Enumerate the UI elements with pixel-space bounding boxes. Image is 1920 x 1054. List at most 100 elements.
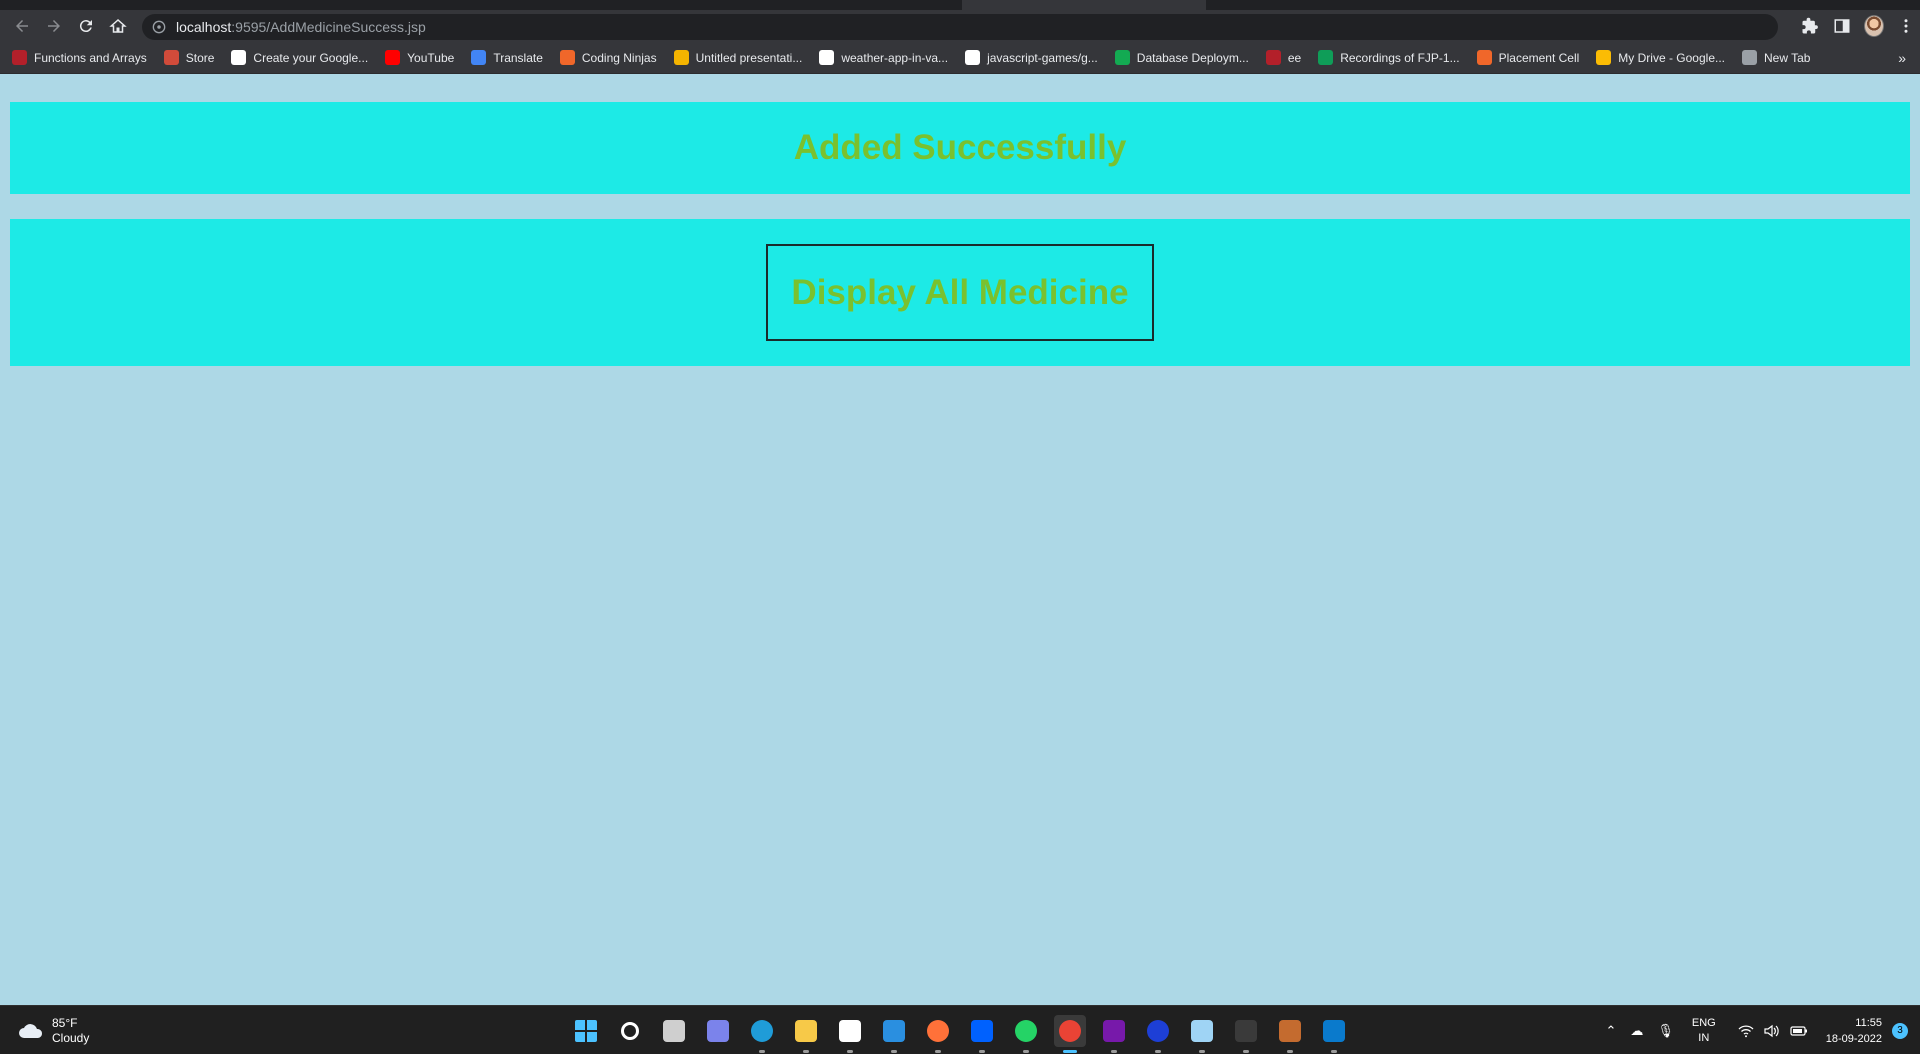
running-indicator — [847, 1050, 853, 1053]
taskbar-app-button[interactable] — [1318, 1015, 1350, 1053]
bookmark-label: ee — [1287, 50, 1302, 65]
bookmark-item[interactable]: New Tab — [1742, 50, 1810, 65]
lang-line1: ENG — [1691, 1016, 1716, 1029]
bookmark-item[interactable]: Store — [163, 50, 214, 65]
reload-button[interactable] — [70, 10, 102, 42]
wifi-icon[interactable] — [1738, 1024, 1754, 1038]
bookmark-item[interactable]: Database Deploym... — [1114, 50, 1249, 65]
chevron-up-icon[interactable]: ⌃ — [1605, 1023, 1616, 1039]
address-bar[interactable]: localhost:9595/AddMedicineSuccess.jsp — [142, 14, 1778, 40]
page-content: Added Successfully Display All Medicine — [0, 75, 1920, 1005]
taskbar-app-button[interactable] — [922, 1015, 954, 1053]
bookmark-item[interactable]: javascript-games/g... — [965, 50, 1098, 65]
url-path: :9595/AddMedicineSuccess.jsp — [231, 19, 426, 35]
taskbar-app-button[interactable] — [1230, 1015, 1262, 1053]
search-icon — [621, 1022, 639, 1040]
profile-button[interactable] — [1864, 15, 1884, 37]
site-info-icon[interactable] — [152, 20, 166, 34]
display-all-medicine-button[interactable]: Display All Medicine — [766, 244, 1154, 341]
bookmark-item[interactable]: weather-app-in-va... — [819, 50, 948, 65]
taskbar-app-button[interactable] — [1054, 1015, 1086, 1053]
bookmark-label: Recordings of FJP-1... — [1340, 50, 1460, 65]
weather-temp: 85°F — [52, 1016, 78, 1030]
bookmark-item[interactable]: Untitled presentati... — [673, 50, 802, 65]
menu-button[interactable] — [1896, 16, 1916, 36]
running-indicator — [1063, 1050, 1077, 1053]
bookmark-item[interactable]: Create your Google... — [231, 50, 368, 65]
bookmark-favicon-icon — [1265, 50, 1281, 65]
bookmark-item[interactable]: Coding Ninjas — [559, 50, 657, 65]
lang-line2: IN — [1698, 1031, 1710, 1044]
bookmark-favicon-icon — [1318, 50, 1334, 65]
weather-widget[interactable]: 85°F Cloudy — [18, 1016, 89, 1046]
bookmark-item[interactable]: Functions and Arrays — [12, 50, 147, 65]
windows-taskbar: 85°F Cloudy ⌃ ☁ 🎙 ENG IN 11:55 18-09-202… — [0, 1005, 1920, 1054]
volume-icon[interactable] — [1764, 1024, 1780, 1038]
taskbar-app-button[interactable] — [966, 1015, 998, 1053]
running-indicator — [979, 1050, 985, 1053]
side-panel-button[interactable] — [1832, 16, 1852, 36]
onenote-icon — [1103, 1020, 1125, 1042]
taskbar-app-button[interactable] — [1274, 1015, 1306, 1053]
running-indicator — [1331, 1050, 1337, 1053]
running-indicator — [1155, 1050, 1161, 1053]
taskbar-app-button[interactable] — [1098, 1015, 1130, 1053]
weather-desc: Cloudy — [52, 1031, 90, 1045]
taskbar-app-button[interactable] — [746, 1015, 778, 1053]
bookmark-item[interactable]: ee — [1265, 50, 1302, 65]
dropbox-icon — [971, 1020, 993, 1042]
taskbar-app-button[interactable] — [614, 1015, 646, 1047]
language-indicator[interactable]: ENG IN — [1692, 1016, 1716, 1046]
bookmark-item[interactable]: My Drive - Google... — [1596, 50, 1725, 65]
bookmark-label: YouTube — [407, 50, 455, 65]
taskbar-app-button[interactable] — [1142, 1015, 1174, 1053]
bookmark-favicon-icon — [1596, 50, 1612, 65]
battery-icon[interactable] — [1790, 1024, 1808, 1038]
taskbar-app-button[interactable] — [834, 1015, 866, 1053]
active-tab[interactable] — [962, 0, 1206, 10]
bookmark-favicon-icon — [385, 50, 401, 65]
back-button[interactable] — [6, 10, 38, 42]
extensions-button[interactable] — [1800, 16, 1820, 36]
chrome-icon — [1059, 1020, 1081, 1042]
clock[interactable]: 11:55 18-09-2022 — [1826, 1015, 1882, 1047]
taskbar-app-button[interactable] — [570, 1015, 602, 1047]
bookmark-item[interactable]: Translate — [471, 50, 543, 65]
bookmark-favicon-icon — [12, 50, 27, 65]
bookmark-item[interactable]: Placement Cell — [1476, 50, 1580, 65]
bookmarks-overflow-button[interactable]: » — [1898, 50, 1906, 66]
bookmark-favicon-icon — [1476, 50, 1492, 65]
edge-icon — [751, 1020, 773, 1042]
bookmark-label: New Tab — [1764, 50, 1811, 65]
taskbar-app-button[interactable] — [1186, 1015, 1218, 1053]
onedrive-icon[interactable]: ☁ — [1630, 1023, 1643, 1039]
taskbar-apps — [570, 1015, 1350, 1053]
running-indicator — [935, 1050, 941, 1053]
taskbar-app-button[interactable] — [878, 1015, 910, 1053]
sketchup-icon — [1191, 1020, 1213, 1042]
running-indicator — [1243, 1050, 1249, 1053]
forward-button[interactable] — [38, 10, 70, 42]
success-heading: Added Successfully — [793, 128, 1127, 167]
taskbar-app-button[interactable] — [702, 1015, 734, 1047]
running-indicator — [759, 1050, 765, 1053]
mail-icon — [883, 1020, 905, 1042]
taskbar-app-button[interactable] — [1010, 1015, 1042, 1053]
puzzle-icon — [1802, 17, 1818, 34]
firefox-icon — [927, 1020, 949, 1042]
task-view-icon — [663, 1020, 685, 1042]
action-banner: Display All Medicine — [10, 219, 1910, 366]
browser-toolbar: localhost:9595/AddMedicineSuccess.jsp — [0, 10, 1920, 42]
vscode-icon — [1323, 1020, 1345, 1042]
back-arrow-icon — [16, 20, 28, 32]
bookmark-item[interactable]: YouTube — [385, 50, 454, 65]
terminal-icon — [1235, 1020, 1257, 1042]
notification-badge[interactable]: 3 — [1892, 1022, 1908, 1039]
taskbar-app-button[interactable] — [790, 1015, 822, 1053]
taskbar-app-button[interactable] — [658, 1015, 690, 1047]
microphone-icon[interactable]: 🎙 — [1657, 1023, 1674, 1039]
bookmark-label: Placement Cell — [1498, 50, 1580, 65]
bookmark-item[interactable]: Recordings of FJP-1... — [1318, 50, 1460, 65]
settings-app-icon — [1279, 1020, 1301, 1042]
home-button[interactable] — [102, 10, 134, 42]
